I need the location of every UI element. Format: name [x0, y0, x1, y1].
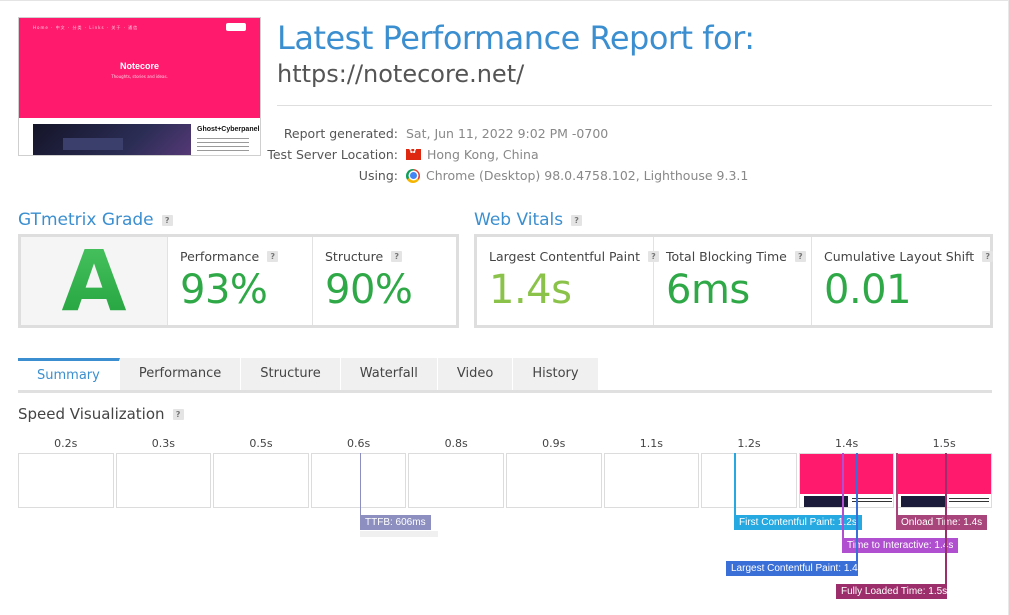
timeline-tick-label: 0.8s: [444, 437, 468, 450]
grade-panel: A Performance? 93% Structure? 90%: [18, 232, 459, 330]
lcp-label: Largest Contentful Paint: [489, 249, 640, 264]
meta-row-location: Test Server Location: Hong Kong, China: [244, 144, 748, 165]
meta-value: Hong Kong, China: [427, 147, 539, 162]
thumb-post-text: [197, 138, 249, 152]
tbt-value: 6ms: [666, 267, 750, 313]
grade-cell: A: [21, 232, 168, 330]
structure-score: 90%: [325, 267, 413, 313]
gtmetrix-grade-heading: GTmetrix Grade ?: [18, 210, 173, 230]
report-tabs: Summary Performance Structure Waterfall …: [18, 358, 992, 393]
frame-preview-part: [949, 498, 990, 504]
thumb-subscribe-button: [226, 23, 246, 31]
timeline-tick-label: 0.3s: [151, 437, 175, 450]
help-icon[interactable]: ?: [161, 214, 173, 226]
filmstrip-frame[interactable]: [310, 453, 407, 508]
frame-preview-part: [901, 496, 946, 507]
help-icon[interactable]: ?: [267, 251, 279, 262]
speed-visualization-title: Speed Visualization: [18, 405, 165, 423]
meta-label: Using:: [358, 168, 398, 183]
timeline-tick-label: 1.4s: [834, 437, 859, 450]
onload-marker: Onload Time: 1.4s: [896, 515, 988, 530]
onload-line: [896, 453, 898, 516]
report-url[interactable]: https://notecore.net/: [277, 60, 524, 88]
tab-history[interactable]: History: [513, 358, 599, 390]
site-screenshot-thumbnail[interactable]: Home · 中文 · 分类 · Links · 关于 · 通信 Notecor…: [18, 17, 261, 156]
timeline-tick-label: 0.6s: [346, 437, 371, 450]
report-meta: Report generated: Sat, Jun 11, 2022 9:02…: [244, 123, 748, 186]
tti-marker: Time to Interactive: 1.4s: [842, 538, 959, 553]
performance-label: Performance: [180, 249, 260, 264]
ttfb-marker: TTFB: 606ms: [360, 515, 431, 530]
thumb-post-image: [33, 124, 191, 155]
chrome-icon: [406, 168, 420, 183]
cls-label: Cumulative Layout Shift: [824, 249, 975, 264]
tab-video[interactable]: Video: [437, 358, 514, 390]
filmstrip-frame[interactable]: [18, 453, 114, 508]
filmstrip-frame[interactable]: [701, 453, 797, 508]
meta-row-generated: Report generated: Sat, Jun 11, 2022 9:02…: [244, 123, 748, 144]
ttfb-line: [360, 453, 361, 515]
filmstrip[interactable]: [18, 453, 992, 508]
meta-label: Test Server Location:: [267, 147, 398, 162]
filmstrip-frame[interactable]: [603, 453, 700, 508]
hong-kong-flag-icon: [406, 146, 421, 160]
meta-row-using: Using: Chrome (Desktop) 98.0.4758.102, L…: [244, 165, 749, 186]
help-icon[interactable]: ?: [571, 214, 583, 226]
cls-cell: Cumulative Layout Shift? 0.01: [812, 237, 994, 325]
structure-cell: Structure? 90%: [313, 237, 456, 325]
ttfb-details: [360, 531, 438, 537]
lcp-cell: Largest Contentful Paint? 1.4s: [477, 237, 659, 325]
web-vitals-title: Web Vitals: [474, 210, 564, 230]
timeline-tick-label: 1.5s: [932, 437, 956, 450]
help-icon[interactable]: ?: [982, 251, 994, 262]
thumb-nav: Home · 中文 · 分类 · Links · 关于 · 通信: [33, 25, 139, 30]
web-vitals-heading: Web Vitals ?: [474, 210, 583, 230]
performance-score: 93%: [180, 267, 268, 313]
timeline-tick-label: 1.1s: [639, 437, 663, 450]
fully-loaded-marker: Fully Loaded Time: 1.5s: [836, 584, 947, 599]
timeline-tick-label: 0.9s: [542, 437, 566, 450]
tab-waterfall[interactable]: Waterfall: [340, 358, 438, 390]
gtmetrix-grade-title: GTmetrix Grade: [18, 210, 154, 230]
meta-value: Sat, Jun 11, 2022 9:02 PM -0700: [406, 126, 609, 141]
lcp-line: [856, 453, 858, 561]
timeline-tick-label: 0.5s: [249, 437, 273, 450]
meta-value: Chrome (Desktop) 98.0.4758.102, Lighthou…: [426, 168, 749, 183]
grade-letter: A: [21, 232, 167, 330]
filmstrip-frame[interactable]: [798, 453, 895, 508]
frame-preview-part: [799, 454, 894, 494]
lcp-value: 1.4s: [489, 267, 572, 313]
tbt-label: Total Blocking Time: [666, 249, 787, 264]
lcp-marker: Largest Contentful Paint: 1.4s: [726, 561, 863, 576]
performance-cell: Performance? 93%: [168, 237, 313, 325]
help-icon[interactable]: ?: [172, 408, 184, 420]
report-title: Latest Performance Report for:: [277, 19, 755, 57]
tbt-cell: Total Blocking Time? 6ms: [654, 237, 812, 325]
meta-label: Report generated:: [283, 126, 398, 141]
tab-structure[interactable]: Structure: [241, 358, 341, 390]
help-icon[interactable]: ?: [794, 251, 806, 262]
speed-visualization-heading: Speed Visualization ?: [18, 405, 184, 423]
structure-label: Structure: [325, 249, 384, 264]
cls-value: 0.01: [824, 267, 912, 313]
tab-performance[interactable]: Performance: [119, 358, 242, 390]
help-icon[interactable]: ?: [391, 251, 403, 262]
fully-loaded-line: [945, 453, 947, 584]
thumb-tagline: Thoughts, stories and ideas.: [111, 74, 168, 79]
header-divider: [277, 105, 992, 106]
filmstrip-frame[interactable]: [115, 453, 212, 508]
thumb-brand: Notecore: [119, 61, 159, 71]
tti-line: [842, 453, 844, 539]
tab-summary[interactable]: Summary: [18, 358, 120, 390]
web-vitals-panel: Largest Contentful Paint? 1.4s Total Blo…: [474, 234, 994, 328]
timeline-tick-label: 0.2s: [54, 437, 78, 450]
filmstrip-frame[interactable]: [213, 453, 309, 508]
filmstrip-frame[interactable]: [506, 453, 602, 508]
timeline-tick-label: 1.2s: [737, 437, 761, 450]
filmstrip-frame[interactable]: [408, 453, 504, 508]
fcp-line: [734, 453, 736, 516]
